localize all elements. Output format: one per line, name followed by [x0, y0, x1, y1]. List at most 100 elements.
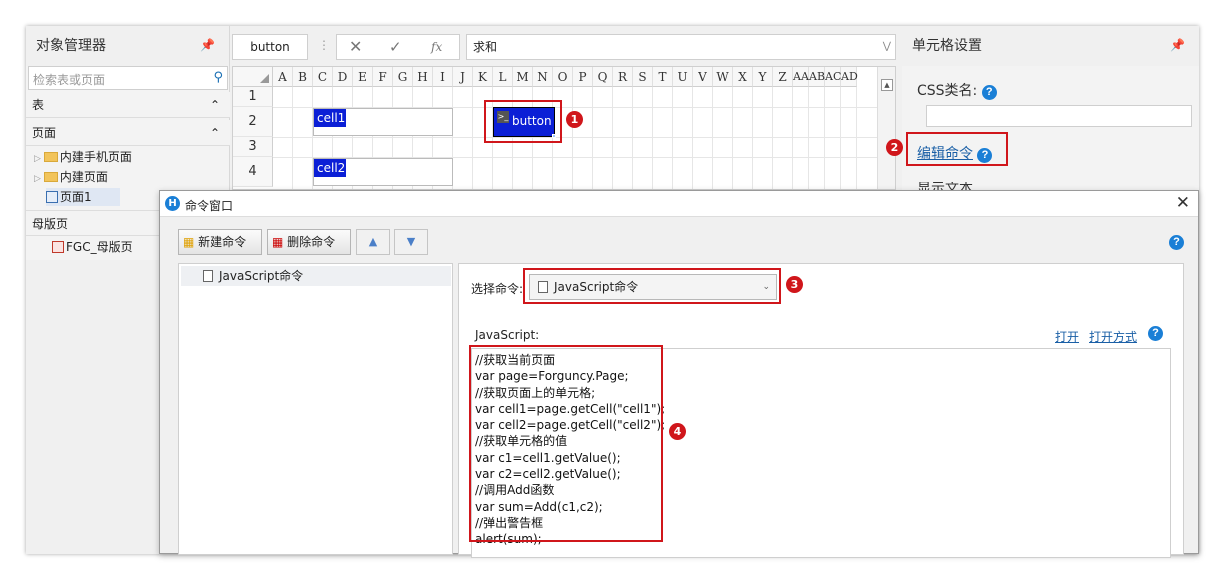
close-icon[interactable]: ✕ — [1176, 193, 1190, 213]
expand-arrow-icon[interactable]: ▷ — [34, 174, 41, 184]
column-header[interactable]: G — [393, 67, 413, 87]
search-icon[interactable]: ⚲ — [213, 70, 223, 85]
grid-column-line — [808, 87, 809, 189]
scroll-up-icon[interactable]: ▲ — [881, 79, 893, 91]
section-tables[interactable]: 表 ⌃ — [26, 92, 230, 118]
column-header[interactable]: M — [513, 67, 533, 87]
column-header[interactable]: AD — [841, 67, 858, 87]
object-search-input[interactable]: 检索表或页面 ⚲ — [28, 66, 228, 90]
column-header[interactable]: L — [493, 67, 513, 87]
css-class-input[interactable] — [926, 105, 1192, 127]
column-header[interactable]: N — [533, 67, 553, 87]
grid-column-line — [792, 87, 793, 189]
document-icon — [203, 270, 213, 282]
command-list: JavaScript命令 — [178, 263, 453, 555]
column-header[interactable]: AA — [793, 67, 809, 87]
step-badge-4: 4 — [669, 423, 686, 440]
grid-column-line — [856, 87, 857, 189]
new-command-button[interactable]: ▦ 新建命令 — [178, 229, 262, 255]
help-icon[interactable]: ? — [1148, 326, 1163, 341]
tree-item-master[interactable]: FGC_母版页 — [52, 238, 133, 256]
formula-actions: ✕ ✓ fx — [336, 34, 460, 60]
column-header[interactable]: F — [373, 67, 393, 87]
help-icon[interactable]: ? — [981, 85, 997, 100]
css-class-label: CSS类名: ? — [917, 80, 997, 100]
column-header[interactable]: AC — [825, 67, 841, 87]
highlight-code — [469, 345, 663, 542]
collapse-icon[interactable]: ⌃ — [210, 120, 220, 146]
column-header[interactable]: I — [433, 67, 453, 87]
open-with-link[interactable]: 打开方式 — [1089, 328, 1137, 345]
delete-command-button[interactable]: ▦ 删除命令 — [267, 229, 351, 255]
vertical-scrollbar[interactable]: ▲ — [877, 67, 895, 189]
cell-settings-title: 单元格设置 — [902, 26, 1199, 66]
command-list-item[interactable]: JavaScript命令 — [181, 266, 451, 286]
cell1-label[interactable]: cell1 — [314, 109, 346, 127]
command-dialog: H 命令窗口 ✕ ▦ 新建命令 ▦ 删除命令 ▲ ▼ ? JavaScript命… — [159, 190, 1199, 558]
column-header[interactable]: U — [673, 67, 693, 87]
move-up-button[interactable]: ▲ — [356, 229, 390, 255]
tree-item-label: FGC_母版页 — [66, 240, 133, 254]
section-tables-label: 表 — [32, 98, 45, 112]
collapse-icon[interactable]: ⌃ — [210, 92, 220, 118]
app-icon: H — [165, 196, 180, 211]
expand-arrow-icon[interactable]: ▷ — [34, 154, 41, 164]
column-header[interactable]: O — [553, 67, 573, 87]
grid-column-line — [712, 87, 713, 189]
column-header[interactable]: K — [473, 67, 493, 87]
column-header[interactable]: X — [733, 67, 753, 87]
column-header[interactable]: R — [613, 67, 633, 87]
tree-item-mobile-pages[interactable]: ▷ 内建手机页面 — [34, 148, 132, 166]
name-box[interactable]: button — [232, 34, 308, 60]
column-header[interactable]: V — [693, 67, 713, 87]
select-all-corner[interactable] — [233, 67, 273, 87]
help-icon[interactable]: ? — [1169, 235, 1184, 250]
function-icon[interactable]: fx — [431, 35, 442, 59]
command-list-item-label: JavaScript命令 — [219, 269, 304, 283]
expand-icon[interactable]: ⋁ — [883, 35, 891, 59]
formula-bar: button ⋮ ✕ ✓ fx 求和 ⋁ — [232, 34, 896, 62]
column-header[interactable]: Z — [773, 67, 793, 87]
column-header[interactable]: AB — [809, 67, 825, 87]
row-header[interactable]: 4 — [233, 157, 273, 187]
spreadsheet-grid[interactable]: A B C D E F G H I J K L M N O P Q R S T U V W X Y Z AA AB AC AD 1 2 3… — [232, 66, 896, 190]
dialog-title: 命令窗口 — [185, 199, 234, 213]
row-header[interactable]: 3 — [233, 137, 273, 157]
pin-icon[interactable]: 📌 — [1170, 38, 1185, 52]
move-down-button[interactable]: ▼ — [394, 229, 428, 255]
step-badge-3: 3 — [786, 276, 803, 293]
column-header[interactable]: D — [333, 67, 353, 87]
section-master-label: 母版页 — [32, 217, 69, 231]
up-arrow-icon: ▲ — [368, 235, 378, 248]
open-link[interactable]: 打开 — [1055, 328, 1079, 345]
column-header[interactable]: S — [633, 67, 653, 87]
column-header[interactable]: W — [713, 67, 733, 87]
folder-icon — [43, 152, 58, 162]
cancel-icon[interactable]: ✕ — [349, 35, 362, 59]
column-header[interactable]: T — [653, 67, 673, 87]
column-header[interactable]: Q — [593, 67, 613, 87]
cell2-label[interactable]: cell2 — [314, 159, 346, 177]
grid-row-line — [273, 137, 893, 138]
column-header[interactable]: J — [453, 67, 473, 87]
tree-item-builtin-pages[interactable]: ▷ 内建页面 — [34, 168, 108, 186]
column-header[interactable]: A — [273, 67, 293, 87]
tree-item-page1[interactable]: 页面1 — [46, 188, 120, 206]
column-header[interactable]: P — [573, 67, 593, 87]
row-header[interactable]: 2 — [233, 107, 273, 137]
column-header[interactable]: H — [413, 67, 433, 87]
new-icon: ▦ — [183, 235, 195, 249]
page-icon — [46, 191, 58, 203]
highlight-button — [484, 100, 562, 143]
row-header[interactable]: 1 — [233, 87, 273, 107]
confirm-icon[interactable]: ✓ — [389, 35, 402, 59]
section-pages[interactable]: 页面 ⌃ — [26, 120, 230, 146]
step-badge-1: 1 — [566, 111, 583, 128]
column-header[interactable]: B — [293, 67, 313, 87]
column-header[interactable]: E — [353, 67, 373, 87]
formula-input[interactable]: 求和 ⋁ — [466, 34, 896, 60]
column-header[interactable]: C — [313, 67, 333, 87]
pin-icon[interactable]: 📌 — [200, 38, 215, 52]
partial-label: 显示文本 — [917, 182, 973, 190]
column-header[interactable]: Y — [753, 67, 773, 87]
